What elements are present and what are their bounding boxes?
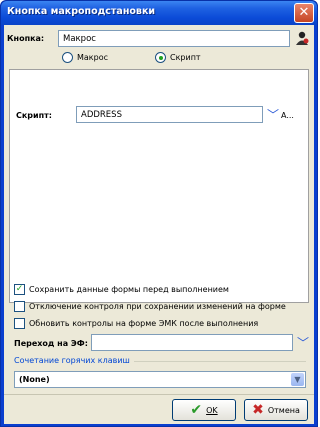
hotkeys-combo[interactable]: (None) ▼ [14,371,306,388]
checkbox-save-form-label: Сохранить данные формы перед выполнением [29,285,229,294]
close-icon: ✕ [298,5,310,20]
radio-macro-label: Макрос [77,53,109,62]
radio-script-circle[interactable] [155,52,166,63]
ok-button[interactable]: ✔ OK [172,399,236,421]
title-bar[interactable]: Кнопка макроподстановки ✕ [1,1,317,25]
script-label: Скрипт: [16,111,52,120]
checkbox-refresh-controls-label: Обновить контролы на форме ЭМК после вып… [29,319,259,328]
chevron-down-icon[interactable]: ▼ [291,373,304,386]
checkmark-icon: ✔ [190,402,203,418]
checkbox-save-form-box[interactable]: ✓ [14,284,25,295]
checkbox-disable-control-label: Отключение контроля при сохранении измен… [29,302,286,311]
radio-script-label: Скрипт [170,53,201,62]
dialog-window: Кнопка макроподстановки ✕ Кнопка: Макрос… [0,0,318,427]
radio-macro-circle[interactable] [62,52,73,63]
goto-form-label: Переход на ЭФ: [14,339,88,348]
hotkeys-combo-value: (None) [19,375,50,384]
script-panel: Скрипт: ADDRESS ﹀ A... [9,69,309,303]
script-input[interactable]: ADDRESS [76,106,263,123]
ok-button-label: OK [206,405,218,415]
checkbox-refresh-controls-box[interactable] [14,318,25,329]
script-dropdown-icon[interactable]: ﹀ [265,107,281,123]
goto-form-input[interactable] [91,334,293,351]
checkbox-save-form[interactable]: ✓ Сохранить данные формы перед выполнени… [14,284,229,295]
radio-script[interactable]: Скрипт [155,52,201,63]
cancel-button[interactable]: ✖ Отмена [244,399,308,421]
hotkeys-group-divider [134,361,306,362]
button-name-input[interactable]: Макрос [58,30,290,47]
cross-icon: ✖ [252,402,264,418]
button-name-label: Кнопка: [7,34,45,43]
radio-macro[interactable]: Макрос [62,52,108,63]
goto-form-dropdown-icon[interactable]: ﹀ [295,335,311,351]
window-title: Кнопка макроподстановки [7,6,156,17]
close-button[interactable]: ✕ [294,3,314,23]
script-browse-button[interactable]: A... [281,111,294,120]
user-lookup-icon[interactable] [294,30,310,46]
hotkeys-group-title: Сочетание горячих клавиш [14,356,130,365]
checkbox-refresh-controls[interactable]: Обновить контролы на форме ЭМК после вып… [14,318,258,329]
dialog-client-area: Кнопка: Макрос Макрос Скрипт Скрипт: ADD… [4,25,314,424]
footer-divider [4,394,314,395]
checkbox-disable-control-box[interactable] [14,301,25,312]
cancel-button-label: Отмена [267,405,300,415]
checkbox-disable-control[interactable]: Отключение контроля при сохранении измен… [14,301,286,312]
